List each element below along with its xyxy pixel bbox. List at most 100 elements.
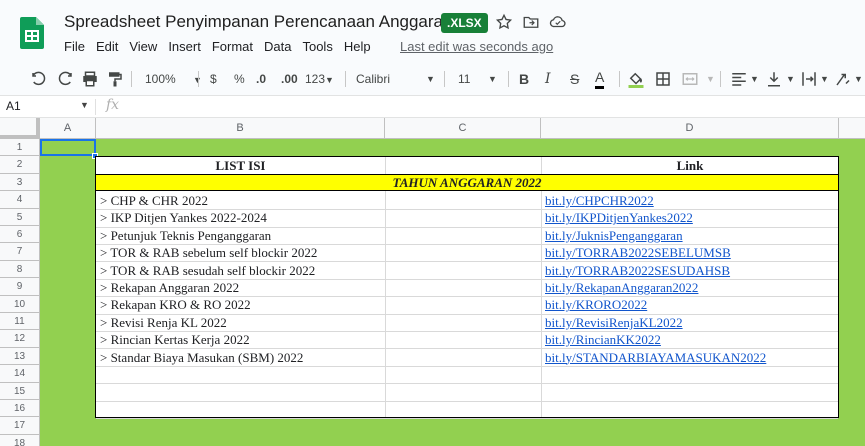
selected-cell-a1[interactable] — [40, 139, 96, 156]
sheets-logo-icon[interactable] — [20, 17, 44, 49]
name-box[interactable]: A1 — [6, 99, 21, 113]
row-header[interactable]: 17 — [0, 417, 40, 435]
item-name[interactable]: > Petunjuk Teknis Penganggaran — [100, 227, 384, 244]
gridline — [385, 157, 386, 417]
gridline — [96, 400, 838, 402]
text-wrap-icon[interactable] — [800, 70, 818, 88]
paint-format-icon[interactable] — [106, 70, 124, 88]
star-icon[interactable] — [495, 13, 513, 31]
item-link[interactable]: bit.ly/IKPDitjenYankes2022 — [545, 209, 837, 226]
item-link[interactable]: bit.ly/TORRAB2022SESUDAHSB — [545, 262, 837, 279]
item-name[interactable]: > Rekapan KRO & RO 2022 — [100, 296, 384, 313]
last-edit-link[interactable]: Last edit was seconds ago — [400, 39, 553, 54]
file-type-badge[interactable]: .XLSX — [441, 13, 488, 33]
column-header-d[interactable]: D — [541, 118, 839, 139]
zoom-select[interactable]: 100% ▼ — [145, 69, 202, 89]
item-name[interactable]: > Revisi Renja KL 2022 — [100, 314, 384, 331]
app-header: Spreadsheet Penyimpanan Perencanaan Angg… — [0, 0, 865, 62]
menu-tools[interactable]: Tools — [302, 39, 332, 54]
item-link[interactable]: bit.ly/RekapanAnggaran2022 — [545, 279, 837, 296]
fx-icon: fx — [106, 97, 120, 113]
move-folder-icon[interactable] — [522, 13, 540, 31]
column-header-b[interactable]: B — [96, 118, 385, 139]
formula-divider — [95, 99, 96, 115]
redo-icon[interactable] — [56, 70, 74, 88]
document-title[interactable]: Spreadsheet Penyimpanan Perencanaan Angg… — [64, 12, 452, 32]
item-name[interactable]: > Rekapan Anggaran 2022 — [100, 279, 384, 296]
select-all-corner[interactable] — [0, 118, 40, 139]
row-header[interactable]: 6 — [0, 226, 40, 244]
row-header[interactable]: 12 — [0, 330, 40, 348]
item-name[interactable]: > TOR & RAB sesudah self blockir 2022 — [100, 262, 384, 279]
item-link[interactable]: bit.ly/RevisiRenjaKL2022 — [545, 314, 837, 331]
menu-file[interactable]: File — [64, 39, 85, 54]
item-link[interactable]: bit.ly/CHPCHR2022 — [545, 192, 837, 209]
chevron-down-icon: ▼ — [488, 74, 497, 84]
bold-button[interactable]: B — [519, 69, 529, 89]
row-header[interactable]: 14 — [0, 365, 40, 383]
item-name[interactable]: > Rincian Kertas Kerja 2022 — [100, 331, 384, 348]
row-header[interactable]: 18 — [0, 434, 40, 446]
item-link[interactable]: bit.ly/RincianKK2022 — [545, 331, 837, 348]
item-name[interactable]: > IKP Ditjen Yankes 2022-2024 — [100, 209, 384, 226]
row-header[interactable]: 4 — [0, 191, 40, 209]
header-list-isi[interactable]: LIST ISI — [96, 157, 385, 174]
text-rotation-icon[interactable] — [834, 70, 852, 88]
row-header[interactable]: 10 — [0, 295, 40, 313]
toolbar-divider — [131, 71, 132, 87]
menu-data[interactable]: Data — [264, 39, 291, 54]
menu-format[interactable]: Format — [212, 39, 253, 54]
item-name[interactable]: > Standar Biaya Masukan (SBM) 2022 — [100, 349, 384, 366]
menu-edit[interactable]: Edit — [96, 39, 118, 54]
item-name[interactable]: > CHP & CHR 2022 — [100, 192, 384, 209]
item-name[interactable]: > TOR & RAB sebelum self blockir 2022 — [100, 244, 384, 261]
strikethrough-button[interactable]: S — [570, 69, 579, 89]
year-banner[interactable]: TAHUN ANGGARAN 2022 — [96, 174, 838, 191]
chevron-down-icon: ▼ — [750, 74, 759, 84]
percent-button[interactable]: % — [234, 69, 245, 89]
gridline — [96, 383, 838, 385]
font-select[interactable]: Calibri ▼ — [356, 69, 436, 89]
print-icon[interactable] — [81, 70, 99, 88]
row-header[interactable]: 2 — [0, 156, 40, 174]
italic-button[interactable]: I — [545, 69, 551, 89]
item-link[interactable]: bit.ly/STANDARBIAYAMASUKAN2022 — [545, 349, 837, 366]
row-header[interactable]: 11 — [0, 313, 40, 331]
vertical-align-icon[interactable] — [765, 70, 783, 88]
row-header[interactable]: 7 — [0, 243, 40, 261]
row-header[interactable]: 15 — [0, 382, 40, 400]
decrease-decimal-button[interactable]: .0 — [256, 69, 266, 89]
gridline — [96, 418, 838, 419]
fill-color-icon[interactable] — [627, 70, 645, 88]
text-color-button[interactable]: A — [595, 69, 605, 89]
row-header[interactable]: 8 — [0, 260, 40, 279]
column-header-e[interactable] — [839, 118, 865, 139]
undo-icon[interactable] — [30, 70, 48, 88]
increase-decimal-button[interactable]: .00 — [281, 69, 298, 89]
row-header[interactable]: 3 — [0, 173, 40, 192]
chevron-down-icon[interactable]: ▼ — [80, 100, 89, 110]
item-link[interactable]: bit.ly/JuknisPenganggaran — [545, 227, 837, 244]
row-header[interactable]: 9 — [0, 278, 40, 296]
font-size-select[interactable]: 11 ▼ — [458, 69, 502, 89]
column-header-a[interactable]: A — [40, 118, 96, 139]
column-header-c[interactable]: C — [385, 118, 541, 139]
align-left-icon[interactable] — [730, 70, 748, 88]
sheet-grid[interactable]: A B C D 1 2 3 4 5 6 7 8 9 10 11 12 13 14 15 16 17 18 LIST… — [0, 118, 865, 446]
row-header[interactable]: 13 — [0, 347, 40, 366]
merge-cells-icon[interactable] — [681, 70, 699, 88]
borders-icon[interactable] — [654, 70, 672, 88]
menu-view[interactable]: View — [129, 39, 157, 54]
row-header[interactable]: 16 — [0, 400, 40, 418]
menu-help[interactable]: Help — [344, 39, 371, 54]
font-value: Calibri — [356, 72, 391, 86]
item-link[interactable]: bit.ly/KRORO2022 — [545, 296, 837, 313]
row-header[interactable]: 5 — [0, 208, 40, 226]
currency-button[interactable]: $ — [210, 69, 217, 89]
header-link[interactable]: Link — [542, 157, 838, 174]
item-link[interactable]: bit.ly/TORRAB2022SEBELUMSB — [545, 244, 837, 261]
menu-insert[interactable]: Insert — [168, 39, 201, 54]
row-header[interactable]: 1 — [0, 139, 40, 157]
cloud-status-icon[interactable] — [549, 13, 567, 31]
more-formats-button[interactable]: 123▼ — [305, 69, 334, 89]
